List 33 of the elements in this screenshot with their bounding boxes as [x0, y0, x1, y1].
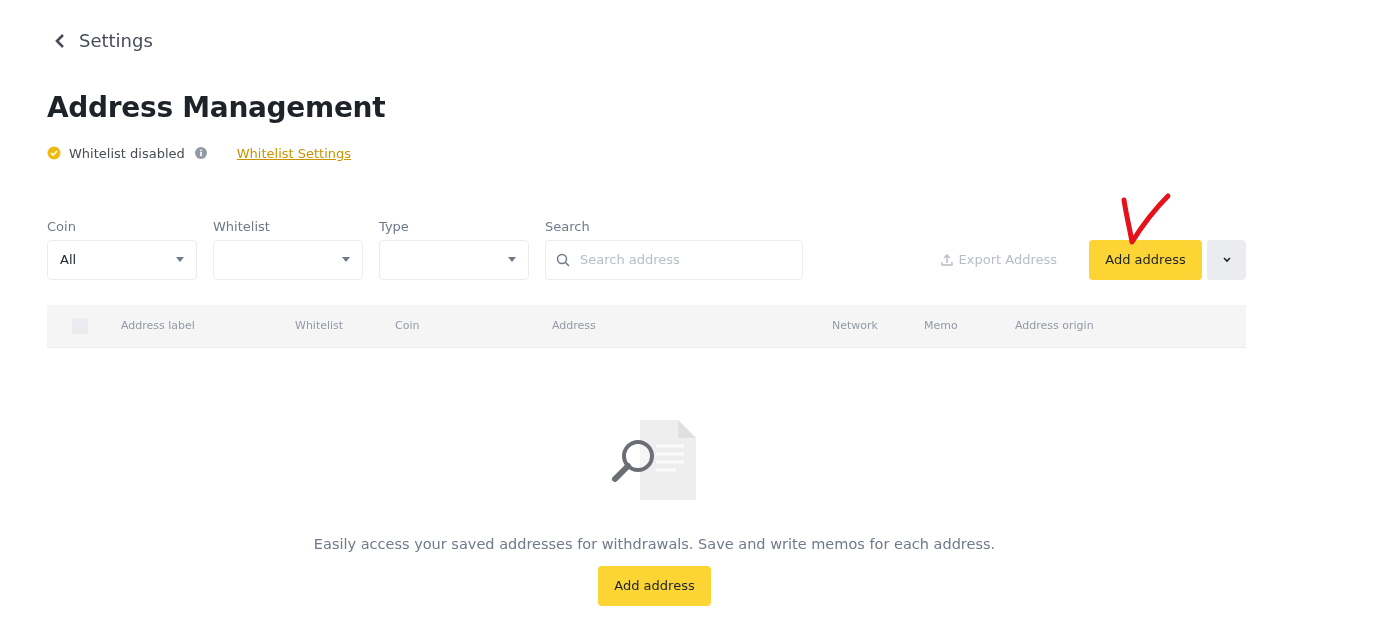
filter-label: Search: [545, 218, 591, 234]
filter-label: Coin: [47, 218, 77, 234]
info-icon[interactable]: [194, 147, 207, 159]
add-address-button[interactable]: Add address: [598, 565, 711, 606]
check-circle-icon: [47, 146, 61, 160]
search-icon: [556, 252, 570, 267]
caret-icon: [176, 256, 184, 263]
filter-label: Whitelist: [213, 218, 271, 234]
filter-label: Type: [379, 218, 410, 234]
chevron-left-icon: [55, 32, 65, 49]
filter-select[interactable]: [213, 239, 363, 280]
more-options-button[interactable]: [1207, 239, 1246, 280]
select-value: All: [60, 252, 77, 267]
chevron-down-icon: [1222, 256, 1231, 263]
upload-icon: [940, 253, 953, 266]
check-mark-annotation-drawing: [1120, 192, 1172, 246]
back-link[interactable]: Settings: [55, 30, 153, 51]
column-header: Address label: [121, 319, 196, 332]
caret-icon: [342, 256, 350, 263]
filter-select[interactable]: All: [47, 239, 197, 280]
column-header: Coin: [395, 319, 421, 332]
empty-state-message: Easily access your saved addresses for withdrawals. Save and write memos for each address.: [313, 535, 996, 552]
column-header: Address: [552, 319, 597, 332]
column-header: Memo: [924, 319, 959, 332]
whitelist-status: Whitelist disabled: [69, 145, 185, 161]
caret-icon: [508, 256, 516, 263]
filter-select[interactable]: [379, 239, 529, 280]
search-field[interactable]: Search address: [545, 239, 803, 280]
column-header: Address origin: [1015, 319, 1095, 332]
page-title: Address Management: [47, 90, 387, 124]
add-address-button[interactable]: Add address: [1089, 239, 1202, 280]
column-header: Network: [832, 319, 879, 332]
column-header: Whitelist: [295, 319, 345, 332]
